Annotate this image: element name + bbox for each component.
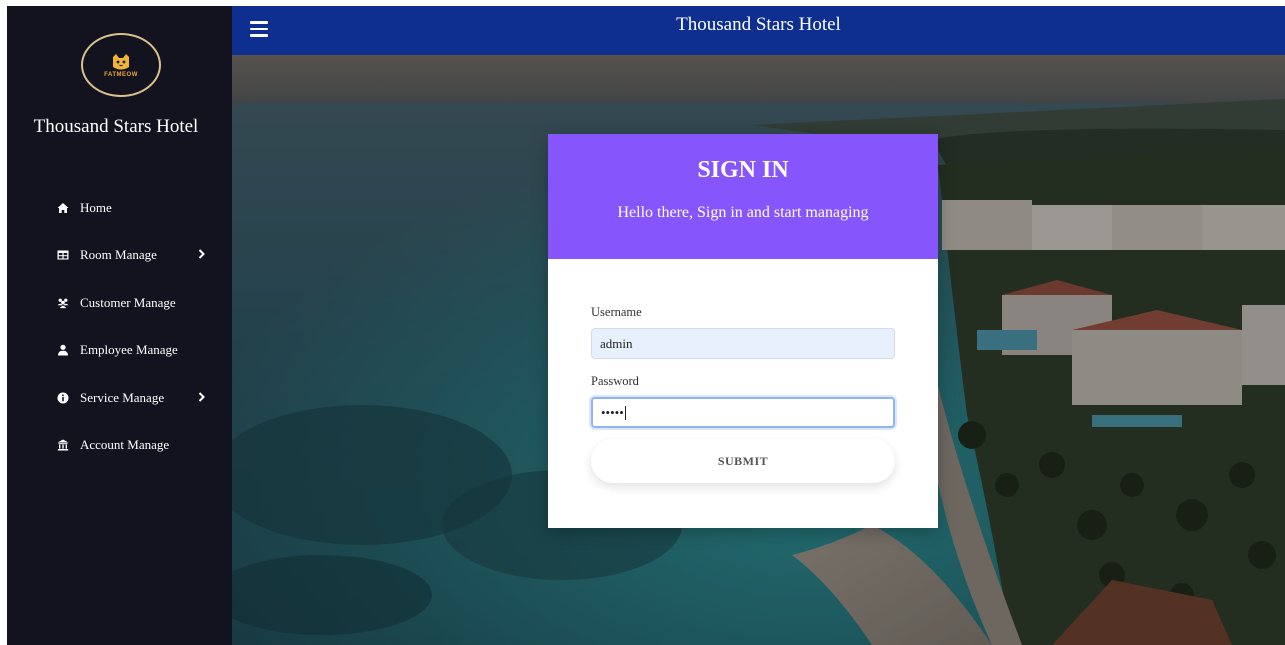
cat-icon	[113, 53, 129, 69]
chevron-right-icon	[198, 390, 205, 406]
username-value: admin	[600, 335, 633, 351]
username-label: Username	[591, 305, 642, 319]
sidebar-item-label: Service Manage	[80, 389, 165, 405]
info-circle-icon	[57, 392, 69, 404]
user-icon	[57, 344, 69, 356]
page-title: Thousand Stars Hotel	[676, 14, 841, 35]
password-input[interactable]: •••••	[591, 397, 895, 428]
sidebar: FATMEOW Thousand Stars Hotel Home Room M…	[7, 6, 232, 645]
sidebar-item-service-manage[interactable]: Service Manage	[7, 374, 232, 422]
submit-button[interactable]: SUBMIT	[591, 439, 895, 483]
sidebar-item-account-manage[interactable]: Account Manage	[7, 422, 232, 470]
bank-icon	[57, 439, 69, 451]
sidebar-brand-title: Thousand Stars Hotel	[33, 116, 199, 137]
signin-subtitle: Hello there, Sign in and start managing	[617, 204, 869, 221]
sidebar-item-label: Employee Manage	[80, 342, 178, 358]
signin-card: SIGN IN Hello there, Sign in and start m…	[548, 134, 938, 528]
sidebar-item-home[interactable]: Home	[7, 184, 232, 232]
signin-header: SIGN IN Hello there, Sign in and start m…	[548, 134, 938, 259]
users-icon	[57, 297, 69, 309]
sidebar-item-label: Customer Manage	[80, 294, 176, 310]
text-caret	[624, 405, 626, 420]
home-icon	[57, 202, 69, 214]
password-value: •••••	[601, 404, 624, 420]
username-input[interactable]: admin	[591, 328, 895, 359]
table-icon	[57, 249, 69, 261]
sidebar-nav: Home Room Manage Customer Manage Employe…	[7, 184, 232, 469]
sidebar-item-label: Account Manage	[80, 437, 170, 453]
sidebar-item-label: Home	[80, 199, 112, 215]
chevron-right-icon	[198, 247, 205, 263]
fatmeow-logo[interactable]: FATMEOW	[81, 33, 161, 97]
signin-form: Username admin Password ••••• SUBMIT	[591, 305, 895, 483]
sidebar-item-room-manage[interactable]: Room Manage	[7, 232, 232, 280]
password-label: Password	[591, 374, 639, 388]
top-header: Thousand Stars Hotel	[232, 6, 1285, 55]
sidebar-item-customer-manage[interactable]: Customer Manage	[7, 279, 232, 327]
sidebar-item-label: Room Manage	[80, 247, 157, 263]
signin-heading: SIGN IN	[697, 157, 789, 183]
logo-text: FATMEOW	[104, 71, 138, 78]
sidebar-item-employee-manage[interactable]: Employee Manage	[7, 327, 232, 375]
